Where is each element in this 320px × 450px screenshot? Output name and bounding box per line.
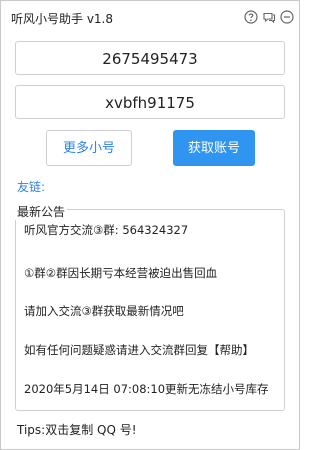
notice-line: 2020年5月14日 07:08:10更新无冻结小号库存 xyxy=(24,382,269,396)
notice-line: 请加入交流③群获取最新情况吧 xyxy=(24,304,184,318)
window-title: 听风小号助手 v1.8 xyxy=(11,12,114,26)
chat-icon[interactable] xyxy=(262,10,276,24)
notice-line: ①群②群因长期亏本经营被迫出售回血 xyxy=(24,266,218,280)
tips-text: Tips:双击复制 QQ 号! xyxy=(17,423,137,437)
notice-line: 听风官方交流③群: 564324327 xyxy=(24,223,189,237)
notice-panel[interactable]: 听风官方交流③群: 564324327 ①群②群因长期亏本经营被迫出售回血 请加… xyxy=(15,209,285,411)
friend-links-label[interactable]: 友链: xyxy=(17,178,45,195)
get-account-button[interactable]: 获取账号 xyxy=(173,130,255,166)
more-accounts-button[interactable]: 更多小号 xyxy=(46,130,132,166)
minimize-icon[interactable] xyxy=(280,10,294,24)
notice-line: 如有任何问题疑惑请进入交流群回复【帮助】 xyxy=(24,343,254,357)
title-bar[interactable]: 听风小号助手 v1.8 xyxy=(1,1,299,33)
qq-number-field[interactable]: 2675495473 xyxy=(15,41,285,75)
help-icon[interactable] xyxy=(244,10,258,24)
password-field[interactable]: xvbfh91175 xyxy=(15,85,285,119)
app-window: 听风小号助手 v1.8 2675495473 xvbfh91175 更多小号 获… xyxy=(0,0,300,450)
notice-title: 最新公告 xyxy=(15,203,68,220)
